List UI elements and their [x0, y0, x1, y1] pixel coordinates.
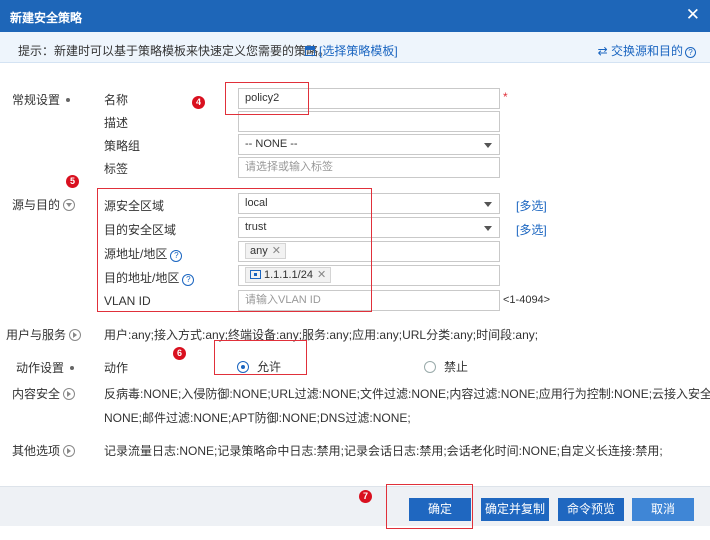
expand-icon	[63, 445, 76, 457]
section-general-label: 常规设置	[12, 93, 61, 107]
group-label: 策略组	[104, 139, 141, 153]
section-general: 常规设置	[12, 91, 71, 108]
section-action-label: 动作设置	[16, 361, 65, 375]
section-other-label: 其他选项	[12, 444, 61, 458]
expand-icon	[63, 388, 76, 400]
tag-input[interactable]: 请选择或输入标签	[238, 157, 500, 178]
close-icon[interactable]: ✕	[686, 5, 700, 25]
required-mark: *	[503, 90, 508, 104]
action-deny-radio[interactable]: 禁止	[424, 358, 468, 375]
swap-label: ⇄ 交换源和目的	[597, 44, 683, 58]
deny-label: 禁止	[444, 360, 469, 374]
bullet-icon	[70, 366, 75, 370]
annotation-badge-5: 5	[66, 175, 79, 188]
group-select[interactable]: -- NONE --	[238, 134, 500, 155]
hint-bar: 提示：新建时可以基于策略模板来快速定义您需要的策略。 [选择策略模板] ⇄ 交换…	[0, 32, 710, 63]
dialog-titlebar: 新建安全策略 ✕	[0, 0, 710, 32]
annotation-badge-6: 6	[173, 347, 186, 360]
dialog-title: 新建安全策略	[10, 11, 83, 25]
desc-label: 描述	[104, 116, 129, 130]
name-label: 名称	[104, 93, 129, 107]
ok-copy-button[interactable]: 确定并复制	[481, 498, 549, 521]
radio-unchecked-icon	[424, 361, 436, 373]
annotation-box-action	[214, 340, 307, 375]
swap-src-dst-link[interactable]: ⇄ 交换源和目的?	[598, 42, 696, 59]
content-summary-line2: NONE;邮件过滤:NONE;APT防御:NONE;DNS过滤:NONE;	[104, 411, 411, 425]
vlan-range: <1-4094>	[503, 294, 551, 306]
annotation-box-src-dst	[97, 188, 372, 312]
cancel-button[interactable]: 取消	[632, 498, 694, 521]
annotation-badge-7: 7	[359, 490, 372, 503]
bullet-icon	[66, 98, 71, 102]
section-user-service-label: 用户与服务	[6, 328, 67, 342]
collapse-icon	[63, 199, 76, 211]
dst-zone-multi-link[interactable]: [多选]	[516, 221, 547, 238]
expand-icon	[69, 329, 82, 341]
section-user-service[interactable]: 用户与服务	[6, 326, 82, 343]
section-action: 动作设置	[16, 359, 75, 376]
tag-label: 标签	[104, 162, 129, 176]
content-summary-line1: 反病毒:NONE;入侵防御:NONE;URL过滤:NONE;文件过滤:NONE;…	[104, 387, 710, 401]
user-service-summary: 用户:any;接入方式:any;终端设备:any;服务:any;应用:any;U…	[104, 328, 539, 342]
select-template-label: [选择策略模板]	[319, 44, 398, 58]
select-template-link[interactable]: [选择策略模板]	[305, 42, 398, 59]
template-icon	[305, 46, 315, 56]
section-src-dst-label: 源与目的	[12, 198, 61, 212]
hint-text: 提示：新建时可以基于策略模板来快速定义您需要的策略。	[18, 44, 331, 58]
annotation-box-ok	[386, 484, 473, 529]
annotation-box-name	[225, 82, 309, 115]
src-zone-multi-link[interactable]: [多选]	[516, 197, 547, 214]
other-summary: 记录流量日志:NONE;记录策略命中日志:禁用;记录会话日志:禁用;会话老化时间…	[104, 444, 663, 458]
section-content-label: 内容安全	[12, 387, 61, 401]
section-src-dst[interactable]: 源与目的	[12, 196, 76, 213]
preview-button[interactable]: 命令预览	[558, 498, 624, 521]
action-label: 动作	[104, 361, 129, 375]
section-content[interactable]: 内容安全	[12, 385, 76, 402]
help-icon: ?	[685, 47, 696, 58]
section-other[interactable]: 其他选项	[12, 442, 76, 459]
annotation-badge-4: 4	[192, 96, 205, 109]
